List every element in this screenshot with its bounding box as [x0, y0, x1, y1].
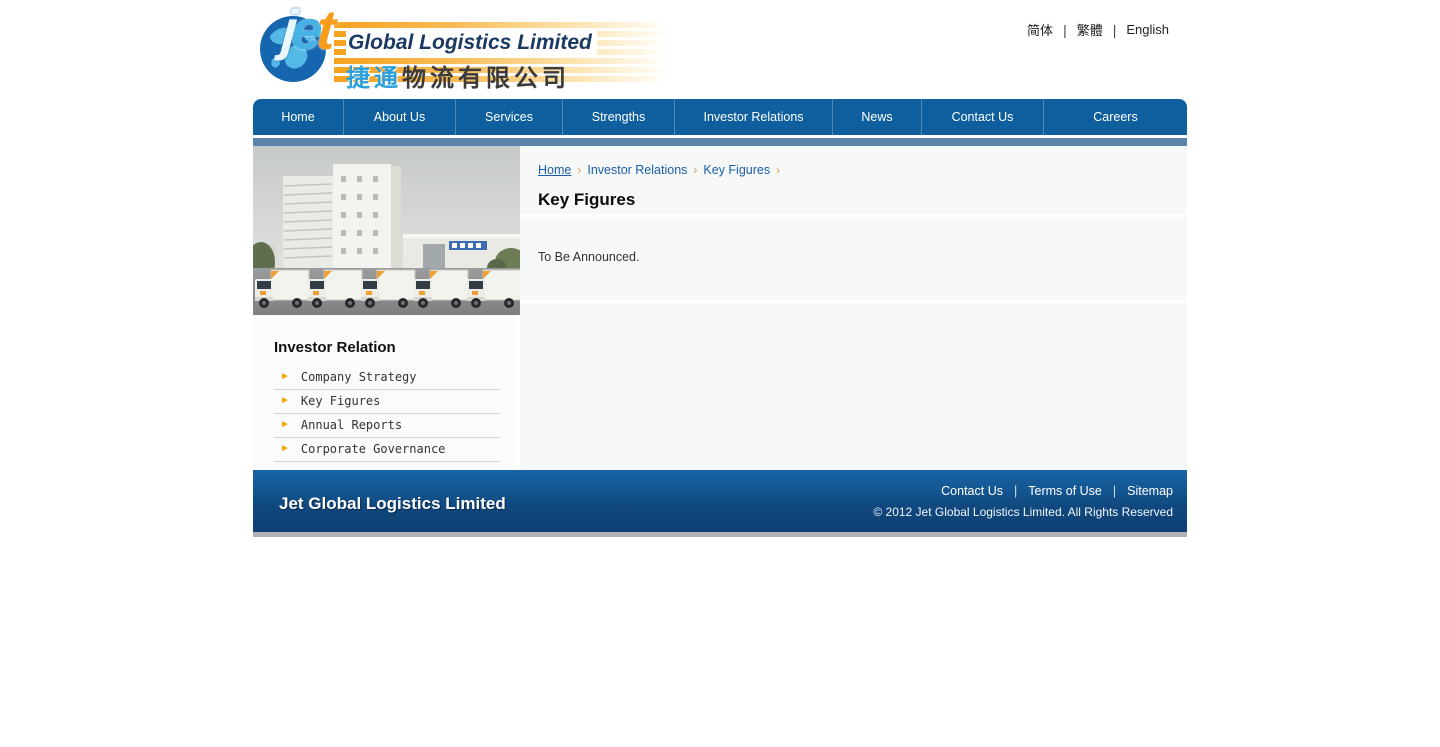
sidebar-heading: Investor Relation [274, 339, 516, 356]
sidebar: Investor Relation ► Company Strategy ► K… [253, 146, 520, 470]
sidebar-item-label: Key Figures [301, 394, 380, 408]
sidebar-item-annual-reports[interactable]: ► Annual Reports [274, 414, 500, 438]
main-area: Investor Relation ► Company Strategy ► K… [253, 146, 1187, 470]
arrow-bullet-icon: ► [280, 396, 290, 406]
nav-item-services[interactable]: Services [455, 99, 562, 135]
breadcrumb-key-figures[interactable]: Key Figures [703, 163, 770, 177]
announcement-text: To Be Announced. [538, 250, 1167, 264]
sidebar-menu: ► Company Strategy ► Key Figures ► Annua… [274, 366, 500, 462]
breadcrumb-investor-relations[interactable]: Investor Relations [587, 163, 687, 177]
logo-letter-t: t [315, 0, 332, 61]
logo-jet-wordmark: jet [280, 2, 331, 58]
language-switcher: 简体 | 繁體 | English [1017, 20, 1179, 39]
arrow-bullet-icon: ► [280, 444, 290, 454]
sidebar-item-key-figures[interactable]: ► Key Figures [274, 390, 500, 414]
footer-company-name: Jet Global Logistics Limited [279, 494, 506, 514]
logo-cn-highlight: 捷通 [346, 65, 402, 92]
footer: Jet Global Logistics Limited Contact Us … [253, 470, 1187, 532]
footer-link-terms-of-use[interactable]: Terms of Use [1017, 484, 1113, 498]
breadcrumb-separator-icon: › [693, 163, 697, 177]
footer-bottom-strip [253, 532, 1187, 537]
sidebar-item-label: Annual Reports [301, 418, 402, 432]
logo-company-name-en: Global Logistics Limited [346, 30, 597, 56]
footer-link-sitemap[interactable]: Sitemap [1116, 484, 1173, 498]
main-navigation: Home About Us Services Strengths Investo… [253, 99, 1187, 135]
arrow-bullet-icon: ► [280, 372, 290, 382]
sidebar-item-company-strategy[interactable]: ► Company Strategy [274, 366, 500, 390]
lang-traditional-chinese[interactable]: 繁體 [1067, 20, 1113, 39]
lang-english[interactable]: English [1116, 22, 1179, 37]
header: jet Global Logistics Limited 捷通物流有限公司 简体… [253, 0, 1187, 99]
page-title: Key Figures [538, 190, 1167, 210]
lang-simplified-chinese[interactable]: 简体 [1017, 20, 1063, 39]
nav-item-about-us[interactable]: About Us [343, 99, 455, 135]
sidebar-item-label: Company Strategy [301, 370, 417, 384]
content-empty-section [520, 303, 1187, 470]
arrow-bullet-icon: ► [280, 420, 290, 430]
logo-company-name-cn: 捷通物流有限公司 [346, 58, 597, 93]
breadcrumb: Home › Investor Relations › Key Figures … [538, 163, 1167, 177]
company-logo[interactable]: jet Global Logistics Limited 捷通物流有限公司 [256, 8, 676, 92]
logo-text: Global Logistics Limited 捷通物流有限公司 [346, 30, 597, 93]
logo-cn-rest: 物流有限公司 [402, 65, 570, 92]
breadcrumb-home[interactable]: Home [538, 163, 571, 177]
nav-item-home[interactable]: Home [253, 99, 343, 135]
building-trucks-photo [253, 146, 520, 315]
breadcrumb-separator-icon: › [577, 163, 581, 177]
content-header-section: Home › Investor Relations › Key Figures … [520, 146, 1187, 217]
footer-link-contact-us[interactable]: Contact Us [930, 484, 1014, 498]
nav-item-careers[interactable]: Careers [1043, 99, 1187, 135]
footer-right-block: Contact Us | Terms of Use | Sitemap © 20… [873, 484, 1173, 519]
sub-nav-strip [253, 138, 1187, 146]
content-area: Home › Investor Relations › Key Figures … [520, 146, 1187, 470]
nav-item-investor-relations[interactable]: Investor Relations [674, 99, 832, 135]
content-body-section: To Be Announced. [520, 217, 1187, 303]
footer-copyright: © 2012 Jet Global Logistics Limited. All… [873, 505, 1173, 519]
nav-item-strengths[interactable]: Strengths [562, 99, 674, 135]
page-wrapper: jet Global Logistics Limited 捷通物流有限公司 简体… [253, 0, 1187, 537]
breadcrumb-separator-icon: › [776, 163, 780, 177]
sidebar-item-corporate-governance[interactable]: ► Corporate Governance [274, 438, 500, 462]
nav-item-contact-us[interactable]: Contact Us [921, 99, 1043, 135]
footer-links: Contact Us | Terms of Use | Sitemap [873, 484, 1173, 498]
sidebar-item-label: Corporate Governance [301, 442, 446, 456]
nav-item-news[interactable]: News [832, 99, 921, 135]
